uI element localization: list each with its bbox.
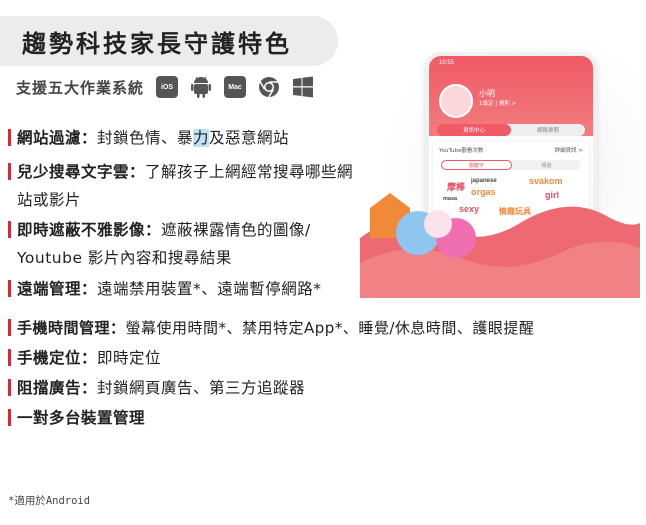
card-title: YouTube觀看次數 <box>439 148 484 154</box>
feature-screen-time: 手機時間管理：螢幕使用時間*、禁用特定App*、睡覺/休息時間、護眼提醒 <box>8 318 534 338</box>
android-icon <box>190 76 212 98</box>
windows-icon <box>292 76 314 98</box>
feature-search-wordcloud: 兒少搜尋文字雲：了解孩子上網經常搜尋哪些網 站或影片 <box>8 158 353 214</box>
phone-user-name: 小明 <box>479 89 495 98</box>
feature-ad-blocking: 阻擋廣告：封鎖網頁廣告、第三方追蹤器 <box>8 378 305 398</box>
feature-multi-device: 一對多台裝置管理 <box>8 408 145 428</box>
feature-location: 手機定位：即時定位 <box>8 348 161 368</box>
mac-icon: Mac <box>224 76 247 98</box>
feature-remote-management: 遠端管理：遠端禁用裝置*、遠端暫停網路* <box>8 279 322 299</box>
title-banner: 趨勢科技家長守護特色 <box>0 16 338 66</box>
tab-network: 網路單簡 <box>536 128 559 134</box>
feature-web-filter: 網站過濾：封鎖色情、暴力及惡意網站 <box>8 128 289 148</box>
decorative-wave <box>360 193 640 298</box>
chrome-icon <box>258 76 280 98</box>
phone-tabs: 資訊中心 網路單簡 <box>437 124 585 136</box>
card-link: 詳細資訊 > <box>554 148 583 154</box>
phone-status-time: 10:55 <box>439 60 455 66</box>
page-title: 趨勢科技家長守護特色 <box>22 29 292 58</box>
footnote: *適用於Android <box>8 495 91 507</box>
phone-user-sub: 1設定 | 規則 > <box>479 101 517 107</box>
ios-icon: iOS <box>156 76 179 98</box>
app-illustration: 10:55 小明 1設定 | 規則 > 資訊中心 網路單簡 YouTube觀看次… <box>360 40 640 298</box>
tab-info-center: 資訊中心 <box>437 124 511 136</box>
os-support-label: 支援五大作業系統 <box>16 78 145 97</box>
os-support-row: 支援五大作業系統 iOS Mac <box>16 74 326 100</box>
avatar <box>439 84 473 118</box>
feature-image-blocking: 即時遮蔽不雅影像：遮蔽裸露情色的圖像/ Youtube 影片內容和搜尋結果 <box>8 216 311 272</box>
